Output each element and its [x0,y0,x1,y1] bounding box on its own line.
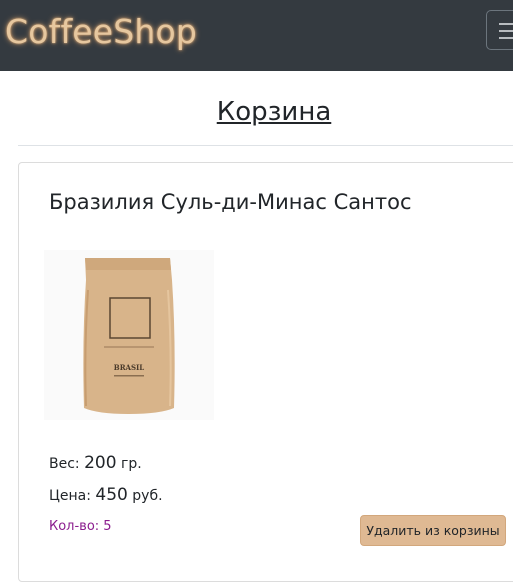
weight-value: 200 [84,453,117,473]
hamburger-menu-icon[interactable] [486,10,513,50]
price-value: 450 [95,485,128,505]
coffee-bag-icon: BRASIL [83,258,175,414]
weight-unit: гр. [121,456,142,472]
price-label: Цена: [49,488,91,504]
remove-from-cart-button[interactable]: Удалить из корзины [360,515,506,546]
brand-logo[interactable]: CoffeeShop [5,12,197,51]
quantity-label: Кол-во: 5 [49,519,112,534]
menu-bar [499,30,513,32]
package-label: BRASIL [114,363,144,372]
coffee-bag-image: BRASIL [44,250,214,420]
page-title: Корзина [216,97,332,127]
cart-item-card: Бразилия Суль-ди-Минас Сантос BRASIL Вес… [18,162,513,582]
divider [18,145,513,146]
weight-label: Вес: [49,456,80,472]
price-line: Цена: 450 руб. [49,485,163,505]
menu-bar [499,23,513,25]
navbar: CoffeeShop [0,0,513,71]
price-unit: руб. [132,488,163,504]
weight-line: Вес: 200 гр. [49,453,142,473]
product-name: Бразилия Суль-ди-Минас Сантос [49,190,412,214]
menu-bar [499,37,513,39]
